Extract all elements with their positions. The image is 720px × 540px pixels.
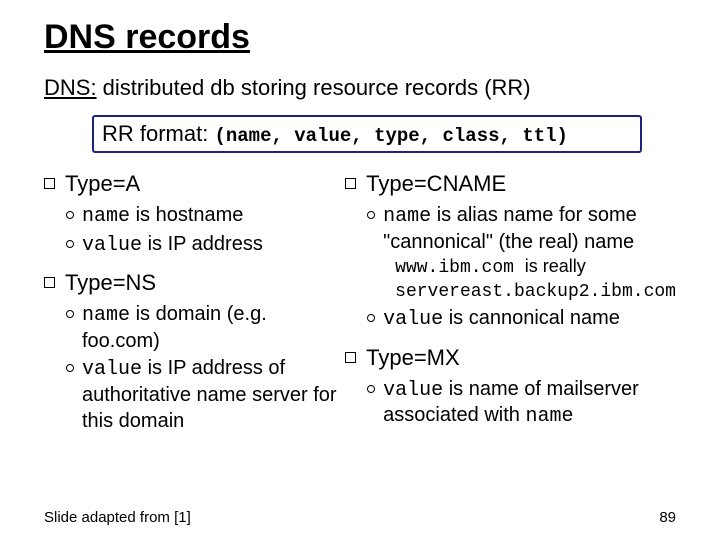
mono-name: name [82,304,130,327]
mono-name: name [383,205,431,228]
slide-subtitle: DNS: distributed db storing resource rec… [44,75,676,101]
circle-bullet-icon [367,314,375,322]
square-bullet-icon [44,277,55,288]
heading-text: Type=MX [366,345,460,371]
mono-value: value [82,358,142,381]
mono-name: name [525,405,573,428]
cname-example-line2: servereast.backup2.ibm.com [395,281,676,304]
page-number: 89 [659,509,676,526]
heading-text: Type=NS [65,270,156,296]
rr-format-tuple: (name, value, type, class, ttl) [214,125,567,147]
type-a-sublist: name is hostname value is IP address [66,203,341,258]
square-bullet-icon [345,352,356,363]
type-ns-sublist: name is domain (e.g. foo.com) value is I… [66,302,341,434]
content-columns: Type=A name is hostname value is IP addr… [44,171,676,446]
list-item: value is IP address of authoritative nam… [66,356,341,434]
item-text: is hostname [130,204,243,226]
subtitle-prefix: DNS: [44,75,97,100]
square-bullet-icon [44,178,55,189]
rr-format-label: RR format: [102,121,214,146]
slide-footer: Slide adapted from [1] 89 [44,509,676,526]
item-text: is cannonical name [443,307,620,329]
circle-bullet-icon [66,211,74,219]
subtitle-rest: distributed db storing resource records … [97,75,531,100]
cname-example-line1: www.ibm.com is really [395,255,676,280]
slide: DNS records DNS: distributed db storing … [0,0,720,540]
mono-value: value [82,234,142,257]
square-bullet-icon [345,178,356,189]
mono-name: name [82,205,130,228]
heading-type-mx: Type=MX [345,345,676,371]
heading-text: Type=CNAME [366,171,506,197]
circle-bullet-icon [66,310,74,318]
left-column: Type=A name is hostname value is IP addr… [44,171,341,446]
footer-citation: Slide adapted from [1] [44,509,191,526]
heading-type-cname: Type=CNAME [345,171,676,197]
type-mx-sublist: value is name of mailserver associated w… [367,377,676,430]
rr-format-box: RR format: (name, value, type, class, tt… [92,115,642,153]
circle-bullet-icon [367,211,375,219]
heading-text: Type=A [65,171,140,197]
list-item: name is alias name for some "cannonical"… [367,203,676,304]
mono-value: value [383,308,443,331]
list-item: name is domain (e.g. foo.com) [66,302,341,354]
heading-type-a: Type=A [44,171,341,197]
list-item: value is name of mailserver associated w… [367,377,676,430]
type-cname-sublist: name is alias name for some "cannonical"… [367,203,676,333]
list-item: value is cannonical name [367,306,676,333]
slide-title: DNS records [44,18,676,57]
item-text: is IP address [142,233,263,255]
mono-value: value [383,379,443,402]
list-item: name is hostname [66,203,341,230]
circle-bullet-icon [367,385,375,393]
circle-bullet-icon [66,364,74,372]
heading-type-ns: Type=NS [44,270,341,296]
circle-bullet-icon [66,240,74,248]
list-item: value is IP address [66,232,341,259]
right-column: Type=CNAME name is alias name for some "… [341,171,676,446]
